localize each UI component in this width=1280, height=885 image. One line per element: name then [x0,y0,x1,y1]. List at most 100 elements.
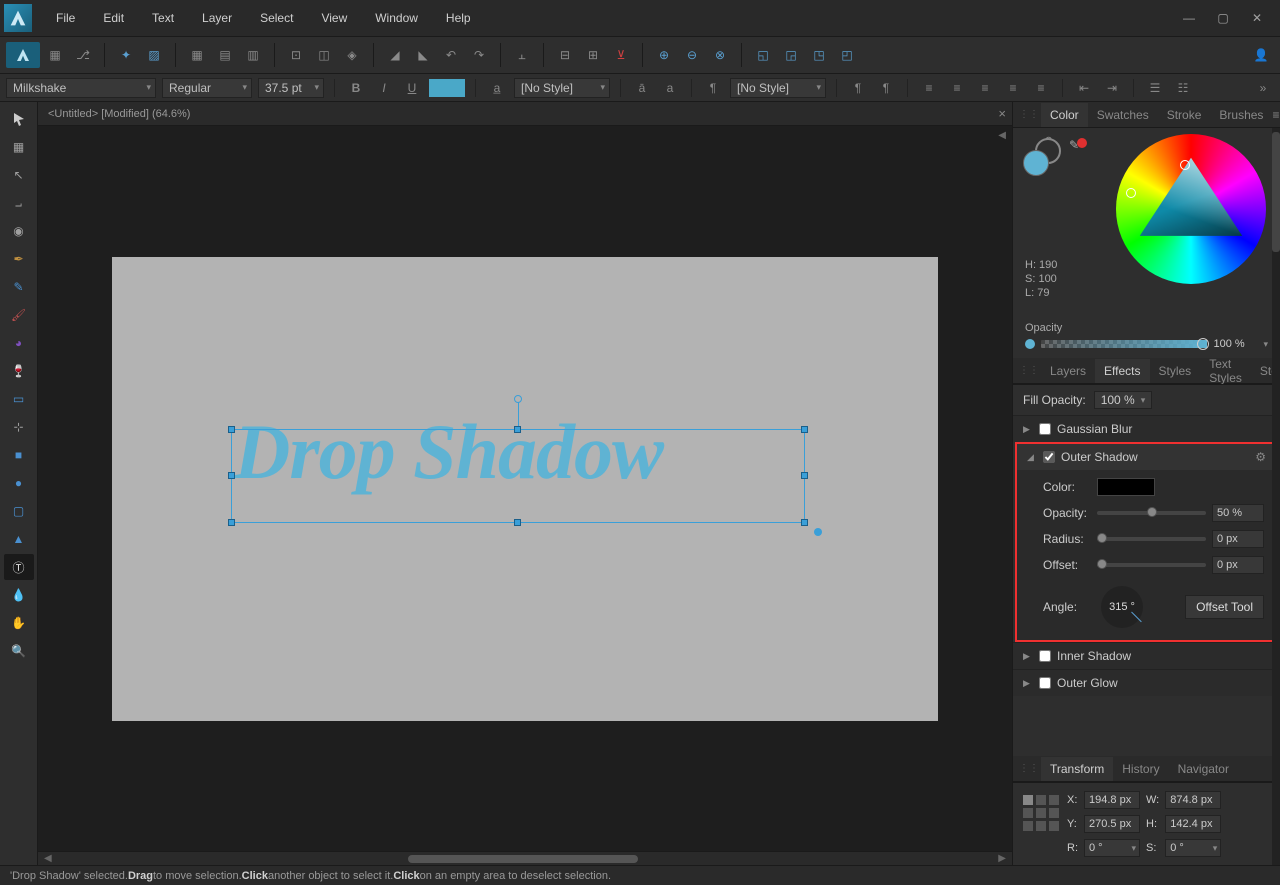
panel-scrollbar[interactable] [1272,128,1280,865]
typography-icon[interactable]: a [659,77,681,99]
scroll-left-icon[interactable]: ◀ [38,853,58,864]
tab-layers[interactable]: Layers [1041,359,1095,383]
transform-y[interactable]: 270.5 px [1084,815,1140,833]
app-persona-icon[interactable] [6,42,40,68]
move-backward-icon[interactable]: ◲ [778,42,804,68]
zoom-tool-icon[interactable]: 🔍 [4,638,34,664]
tab-swatches[interactable]: Swatches [1088,103,1158,127]
opacity-value[interactable]: 100 % [1213,338,1257,350]
align-top-icon[interactable]: ⫠ [509,42,535,68]
flip-vertical-icon[interactable]: ◣ [410,42,436,68]
constraints-icon[interactable]: ◫ [311,42,337,68]
tab-effects[interactable]: Effects [1095,359,1149,383]
tab-brushes[interactable]: Brushes [1210,103,1272,127]
menu-select[interactable]: Select [246,3,307,33]
fill-stroke-selector[interactable]: ⟲ [1023,138,1061,176]
color-picker-eyedropper-icon[interactable]: ✎ [1069,138,1087,156]
para-panel-icon[interactable]: ¶ [847,77,869,99]
maximize-icon[interactable]: ▢ [1214,9,1232,27]
rotate-left-icon[interactable]: ↶ [438,42,464,68]
tab-transform[interactable]: Transform [1041,757,1113,781]
tab-grip-icon[interactable]: ⋮⋮ [1019,365,1039,376]
symbol-icon[interactable]: ✦ [113,42,139,68]
disclosure-icon[interactable]: ▶ [1023,678,1033,689]
handle-br[interactable] [801,519,808,526]
effect-inner-shadow[interactable]: ▶ Inner Shadow [1013,642,1280,669]
transparency-tool-icon[interactable]: 🍷 [4,358,34,384]
offset-tool-button[interactable]: Offset Tool [1185,595,1264,619]
handle-tr[interactable] [801,426,808,433]
tab-color[interactable]: Color [1041,103,1088,127]
handle-bl[interactable] [228,519,235,526]
char-style-dropdown[interactable]: [No Style] [514,78,610,98]
underline-icon[interactable]: U [401,77,423,99]
disclosure-icon[interactable]: ▶ [1023,424,1033,435]
menu-file[interactable]: File [42,3,89,33]
menu-edit[interactable]: Edit [89,3,138,33]
document-close-icon[interactable]: × [998,106,1006,121]
transform-s[interactable]: 0 ° [1165,839,1221,857]
rectangle-tool-icon[interactable]: ■ [4,442,34,468]
share-icon[interactable]: ⎇ [70,42,96,68]
snap-grid-icon[interactable]: ▦ [184,42,210,68]
node-tool-icon[interactable]: ↖ [4,162,34,188]
point-transform-icon[interactable]: ◉ [4,218,34,244]
gear-icon[interactable]: ⚙ [1255,450,1266,464]
pen-tool-icon[interactable]: ✒ [4,246,34,272]
text-color-swatch[interactable] [429,79,465,97]
lock-children-icon[interactable]: ⊡ [283,42,309,68]
close-icon[interactable]: ✕ [1248,9,1266,27]
artboard[interactable]: Drop Shadow [112,257,938,721]
brush-tool-icon[interactable]: 🖌 [4,302,34,328]
tab-stroke[interactable]: Stroke [1158,103,1211,127]
menu-view[interactable]: View [307,3,361,33]
menu-layer[interactable]: Layer [188,3,246,33]
artistic-text-tool-icon[interactable]: Ⓣ [4,554,34,580]
transform-w[interactable]: 874.8 px [1165,791,1221,809]
char-style-icon[interactable]: a̲ [486,77,508,99]
transform-r[interactable]: 0 ° [1084,839,1140,857]
fill-tool-icon[interactable]: ◕ [4,330,34,356]
shadow-offset-value[interactable]: 0 px [1212,556,1264,574]
pencil-tool-icon[interactable]: ✎ [4,274,34,300]
inner-shadow-checkbox[interactable] [1039,650,1051,662]
snap-guides-icon[interactable]: ▥ [240,42,266,68]
move-tool-icon[interactable] [4,106,34,132]
para-panel2-icon[interactable]: ¶ [875,77,897,99]
opacity-slider[interactable] [1041,340,1207,348]
indent-left-icon[interactable]: ⇤ [1073,77,1095,99]
document-tab[interactable]: <Untitled> [Modified] (64.6%) × [38,102,1012,126]
outer-glow-checkbox[interactable] [1039,677,1051,689]
spacing-icon[interactable]: ⊞ [580,42,606,68]
view-mode-icon[interactable]: ▦ [42,42,68,68]
rounded-rect-tool-icon[interactable]: ▢ [4,498,34,524]
transform-x[interactable]: 194.8 px [1084,791,1140,809]
account-icon[interactable]: 👤 [1248,42,1274,68]
handle-ml[interactable] [228,472,235,479]
menu-help[interactable]: Help [432,3,485,33]
wheel-cursor[interactable] [1126,188,1136,198]
artboard-tool-icon[interactable]: ▦ [4,134,34,160]
char-panel-icon[interactable]: ā [631,77,653,99]
outer-shadow-checkbox[interactable] [1043,451,1055,463]
tab-grip-icon[interactable]: ⋮⋮ [1019,109,1039,120]
transform-h[interactable]: 142.4 px [1165,815,1221,833]
list-bullet-icon[interactable]: ☰ [1144,77,1166,99]
panel-menu-icon[interactable]: ≡ [1272,108,1279,122]
move-back-icon[interactable]: ◱ [750,42,776,68]
boolean-add-icon[interactable]: ⊕ [651,42,677,68]
bold-icon[interactable]: B [345,77,367,99]
menu-window[interactable]: Window [361,3,432,33]
snap-baseline-icon[interactable]: ▤ [212,42,238,68]
opacity-dropdown-icon[interactable]: ▾ [1263,339,1268,350]
shadow-color-swatch[interactable] [1097,478,1155,496]
scrollbar-thumb[interactable] [408,855,638,863]
anchor-point-selector[interactable] [1023,795,1059,831]
viewport[interactable]: ◀ Drop Shadow [38,126,1012,851]
para-style-dropdown[interactable]: [No Style] [730,78,826,98]
shadow-radius-value[interactable]: 0 px [1212,530,1264,548]
opacity-slider[interactable] [1097,511,1206,515]
italic-icon[interactable]: I [373,77,395,99]
crop-tool-icon[interactable]: ⊹ [4,414,34,440]
gaussian-checkbox[interactable] [1039,423,1051,435]
